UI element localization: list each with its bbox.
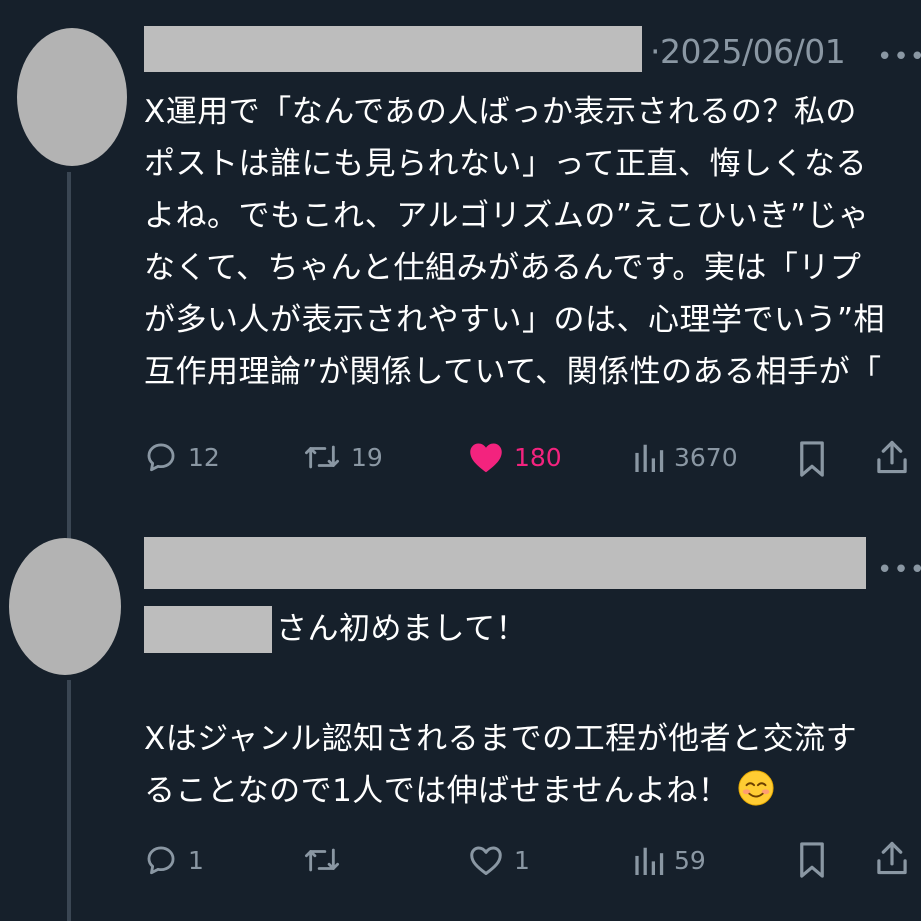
repost-button[interactable] <box>303 843 351 877</box>
views-bar-icon <box>634 843 664 877</box>
redacted-mention[interactable] <box>144 606 272 653</box>
like-button[interactable]: 180 <box>468 440 562 474</box>
text-line: が多い人が表示されやすい」のは、心理学でいう”相 <box>144 302 886 338</box>
share-icon <box>876 438 908 476</box>
text-line: ポストは誰にも見られない」って正直、悔しくなる <box>144 146 867 182</box>
text-line: よね。でもこれ、アルゴリズムの”えこひいき”じゃ <box>144 198 870 234</box>
views-count: 59 <box>674 845 706 875</box>
reply-icon <box>144 843 178 877</box>
redacted-author-name <box>144 26 642 72</box>
reply-count: 12 <box>188 442 220 472</box>
bookmark-icon <box>797 440 827 478</box>
text-line: Xはジャンル認知されるまでの工程が他者と交流す <box>144 721 858 757</box>
mention-greeting: さん初めまして！ <box>276 611 528 647</box>
post-1[interactable]: ·2025/06/01 ••• X運用で「なんであの人ばっか表示されるの？私の … <box>0 0 921 532</box>
thread-line-top <box>67 515 71 539</box>
repost-button[interactable]: 19 <box>303 440 383 474</box>
reply-button[interactable]: 12 <box>144 440 220 474</box>
views-bar-icon <box>634 440 664 474</box>
repost-count: 19 <box>351 442 383 472</box>
text-line: ることなので1人では伸ばせませんよね！ <box>144 765 857 817</box>
text-line: なくて、ちゃんと仕組みがあるんです。実は「リプ <box>144 250 862 286</box>
views-button[interactable]: 3670 <box>634 440 738 474</box>
post-timestamp[interactable]: ·2025/06/01 <box>650 32 846 71</box>
text-line-content: ることなので1人では伸ばせませんよね！ <box>144 773 730 809</box>
more-options-button[interactable]: ••• <box>877 42 921 72</box>
like-count: 1 <box>514 845 530 875</box>
bookmark-button[interactable] <box>797 841 827 879</box>
views-count: 3670 <box>674 442 738 472</box>
redacted-author-name <box>144 537 866 589</box>
heart-outline-icon <box>468 843 504 877</box>
reply-count: 1 <box>188 845 204 875</box>
reply-icon <box>144 440 178 474</box>
like-button[interactable]: 1 <box>468 843 530 877</box>
repost-icon <box>303 440 341 474</box>
bookmark-icon <box>797 841 827 879</box>
like-count: 180 <box>514 442 562 472</box>
post-text: Xはジャンル認知されるまでの工程が他者と交流す ることなので1人では伸ばせません… <box>144 713 857 817</box>
bookmark-button[interactable] <box>797 440 827 478</box>
share-icon <box>876 839 908 877</box>
avatar[interactable] <box>17 28 127 166</box>
text-line: 互作用理論”が関係していて、関係性のある相手が「 <box>144 354 882 390</box>
share-button[interactable] <box>876 839 908 877</box>
timestamp-text: 2025/06/01 <box>660 32 846 71</box>
heart-filled-icon <box>468 440 504 474</box>
views-button[interactable]: 59 <box>634 843 706 877</box>
post-2[interactable]: ••• さん初めまして！ Xはジャンル認知されるまでの工程が他者と交流す ること… <box>0 515 921 921</box>
avatar[interactable] <box>9 538 121 675</box>
smiling-face-icon <box>737 769 775 807</box>
more-options-button[interactable]: ••• <box>877 555 921 585</box>
reply-button[interactable]: 1 <box>144 843 204 877</box>
repost-icon <box>303 843 341 877</box>
thread-line <box>67 680 71 921</box>
post-text: X運用で「なんであの人ばっか表示されるの？私の ポストは誰にも見られない」って正… <box>144 86 885 398</box>
text-line: X運用で「なんであの人ばっか表示されるの？私の <box>144 94 857 130</box>
thread-line <box>67 172 71 532</box>
separator-dot: · <box>650 32 661 71</box>
share-button[interactable] <box>876 438 908 476</box>
